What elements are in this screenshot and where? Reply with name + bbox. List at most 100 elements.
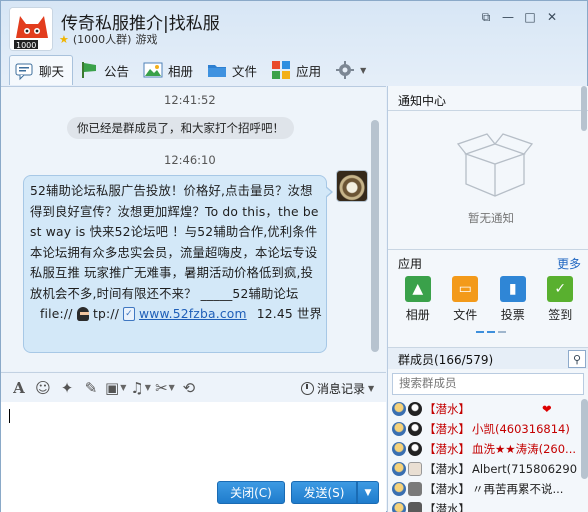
empty-box-icon [456, 133, 534, 197]
no-notice-text: 暂无通知 [468, 211, 514, 225]
penguin-icon [408, 422, 422, 436]
member-search-input[interactable] [392, 373, 584, 395]
app-label: 相册 [405, 308, 430, 322]
chat-scrollbar[interactable] [371, 120, 379, 352]
chevron-down-icon: ▼ [360, 65, 367, 75]
tab-apps[interactable]: 应用 [267, 56, 329, 84]
app-label: 投票 [500, 308, 525, 322]
close-button[interactable]: 关闭(C) [217, 481, 285, 504]
search-icon[interactable]: ⚲ [568, 350, 586, 368]
message-last-line: file:// tp:// ✓ www.52fzba.com 12.45 世界 [30, 304, 322, 325]
system-message: 你已经是群成员了，和大家打个招呼吧！ [67, 117, 294, 139]
apps-grid: ▲ 相册 ▭ 文件 ▮ 投票 ✓ 签到 [388, 276, 588, 323]
font-icon[interactable]: A [9, 378, 29, 398]
message-suffix: 12.45 世界 [256, 307, 322, 321]
member-avatar [392, 422, 406, 436]
message-link[interactable]: www.52fzba.com [139, 304, 247, 325]
group-category: 游戏 [135, 33, 158, 46]
tab-album-label: 相册 [168, 63, 194, 79]
screenshot-icon[interactable]: ✂ ▼ [155, 378, 175, 398]
send-options-button[interactable]: ▼ [357, 481, 379, 504]
image-icon[interactable]: ▣ ▼ [105, 378, 126, 398]
album-icon [143, 62, 163, 78]
settings-button[interactable]: ▼ [331, 56, 374, 84]
member-row[interactable]: 【潜水】 小凯(460316814) [388, 419, 578, 439]
audio-icon[interactable]: ♫ ▼ [130, 378, 151, 398]
tab-announcement[interactable]: 公告 [75, 56, 137, 84]
magic-icon[interactable]: ✦ [57, 378, 77, 398]
checkin-icon: ✓ [547, 276, 574, 302]
tab-apps-label: 应用 [296, 63, 322, 79]
ninja-emoji-icon [76, 307, 89, 322]
text-cursor [9, 409, 10, 423]
member-row[interactable]: 【潜水】 Albert(715806290) [388, 459, 578, 479]
member-avatar [392, 462, 406, 476]
sender-avatar[interactable] [336, 170, 368, 202]
close-icon[interactable]: ✕ [541, 7, 563, 27]
edit-icon[interactable]: ✎ [81, 378, 101, 398]
app-label: 签到 [548, 308, 573, 322]
right-panel-scrollbar[interactable] [581, 86, 587, 131]
member-list-scrollbar[interactable] [581, 399, 588, 479]
gear-icon [336, 61, 355, 79]
send-button[interactable]: 发送(S) [291, 481, 357, 504]
member-avatar [392, 442, 406, 456]
tab-album[interactable]: 相册 [139, 56, 201, 84]
chat-icon [15, 63, 33, 80]
folder-icon: ▭ [452, 276, 479, 302]
member-row[interactable]: 【潜水】 ❤ [388, 399, 578, 419]
app-vote[interactable]: ▮ 投票 [499, 276, 526, 323]
tab-files[interactable]: 文件 [203, 56, 265, 84]
tab-chat-label: 聊天 [39, 64, 65, 79]
member-avatar [392, 502, 406, 512]
penguin-icon [408, 442, 422, 456]
folder-icon [208, 65, 227, 77]
chevron-down-icon: ▼ [364, 487, 372, 498]
group-toolbar: 聊天 公告 相册 文件 应用 ▼ [9, 55, 374, 85]
vote-icon: ▮ [499, 276, 526, 302]
apps-title: 应用 [398, 257, 423, 271]
group-logo[interactable]: 1000 [9, 7, 53, 51]
member-avatar [392, 402, 406, 416]
restore-icon[interactable]: ⧉ [475, 7, 497, 27]
member-row[interactable]: 【潜水】 [388, 499, 578, 512]
message-time: 12:41:52 [164, 93, 216, 107]
minimize-icon[interactable]: — [497, 7, 519, 27]
notice-center-title: 通知中心 [398, 94, 447, 108]
right-panel: 通知中心 暂无通知 应用 更多 ▲ 相册 ▭ 文件 ▮ 投票 ✓ 签到 群成员(… [387, 86, 588, 512]
message-bubble[interactable]: 52辅助论坛私服广告投放！价格好,点击量员？汝想得到良好宣传？汝想更加辉煌？To… [23, 175, 333, 353]
apps-pager[interactable] [476, 331, 506, 333]
member-count: (1000人群) [72, 33, 132, 46]
chat-history[interactable]: 12:41:52 你已经是群成员了，和大家打个招呼吧！ 12:46:10 52辅… [1, 86, 386, 371]
link-shield-icon: ✓ [123, 307, 135, 322]
app-checkin[interactable]: ✓ 签到 [547, 276, 574, 323]
member-list: 【潜水】 ❤ 【潜水】 小凯(460316814) 【潜水】 血洗★★涛涛(26… [388, 399, 578, 512]
tab-chat[interactable]: 聊天 [9, 55, 74, 85]
maximize-icon[interactable]: □ [519, 7, 541, 27]
chat-window: 1000 传奇私服推介|找私服 ★ (1000人群) 游戏 ⧉ — □ ✕ 聊天… [0, 0, 588, 512]
apps-icon [272, 61, 291, 79]
message-text: 52辅助论坛私服广告投放！价格好,点击量员？汝想得到良好宣传？汝想更加辉煌？To… [30, 184, 319, 301]
message-history-button[interactable]: 消息记录 ▼ [301, 380, 374, 397]
app-files[interactable]: ▭ 文件 [452, 276, 479, 323]
member-row[interactable]: 【潜水】 〃再苦再累不说... [388, 479, 578, 499]
shake-icon[interactable]: ⟲ [179, 378, 199, 398]
tab-files-label: 文件 [232, 63, 258, 79]
penguin-icon [408, 402, 422, 416]
chevron-down-icon: ▼ [368, 384, 375, 393]
group-subline: ★ (1000人群) 游戏 [59, 31, 157, 47]
member-row[interactable]: 【潜水】 血洗★★涛涛(260... [388, 439, 578, 459]
announcement-icon [82, 62, 97, 78]
tab-announcement-label: 公告 [104, 63, 130, 79]
member-avatar [408, 482, 422, 496]
emoji-icon[interactable]: ☺ [33, 378, 53, 398]
message-time: 12:46:10 [164, 153, 216, 167]
message-history-label: 消息记录 [317, 382, 366, 396]
more-apps-link[interactable]: 更多 [557, 255, 581, 272]
app-label: 文件 [453, 308, 478, 322]
photo-icon: ▲ [404, 276, 431, 302]
members-title: 群成员(166/579) [398, 353, 494, 367]
app-album[interactable]: ▲ 相册 [404, 276, 431, 323]
members-header: 群成员(166/579) ⚲ [388, 347, 588, 369]
member-avatar [392, 482, 406, 496]
